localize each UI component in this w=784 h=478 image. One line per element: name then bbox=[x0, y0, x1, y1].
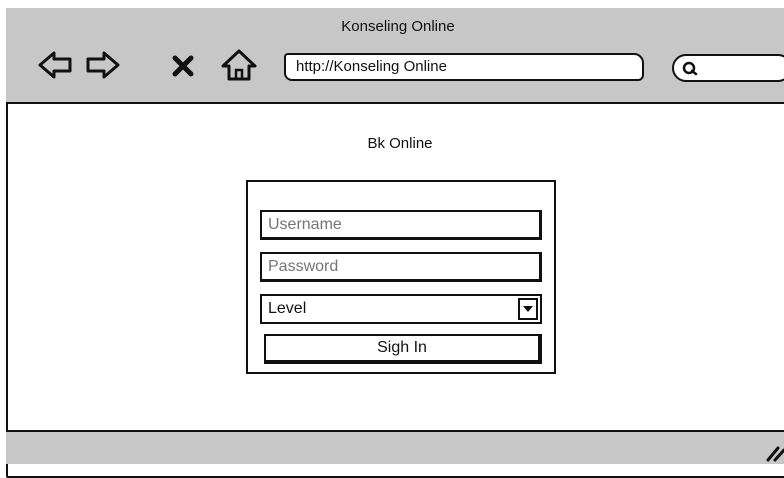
close-x-icon[interactable] bbox=[168, 48, 198, 82]
address-bar[interactable]: http://Konseling Online bbox=[284, 53, 644, 81]
username-input[interactable] bbox=[260, 210, 542, 240]
back-arrow-icon[interactable] bbox=[36, 48, 76, 82]
sign-in-button[interactable]: Sigh In bbox=[264, 334, 542, 364]
window-title: Konseling Online bbox=[341, 18, 455, 35]
login-form: Level Sigh In bbox=[246, 180, 556, 374]
browser-titlebar: Konseling Online http://Konseling Online bbox=[6, 8, 784, 104]
resize-grip-icon[interactable] bbox=[762, 442, 784, 462]
search-icon bbox=[682, 61, 698, 76]
home-icon[interactable] bbox=[218, 48, 260, 82]
forward-arrow-icon[interactable] bbox=[82, 48, 122, 82]
browser-statusbar bbox=[6, 430, 784, 464]
search-box[interactable] bbox=[672, 54, 784, 82]
password-input[interactable] bbox=[260, 252, 542, 282]
chevron-down-icon[interactable] bbox=[518, 298, 538, 320]
level-select-value: Level bbox=[268, 300, 307, 317]
level-select[interactable]: Level bbox=[260, 294, 542, 324]
page-heading: Bk Online bbox=[367, 135, 433, 152]
